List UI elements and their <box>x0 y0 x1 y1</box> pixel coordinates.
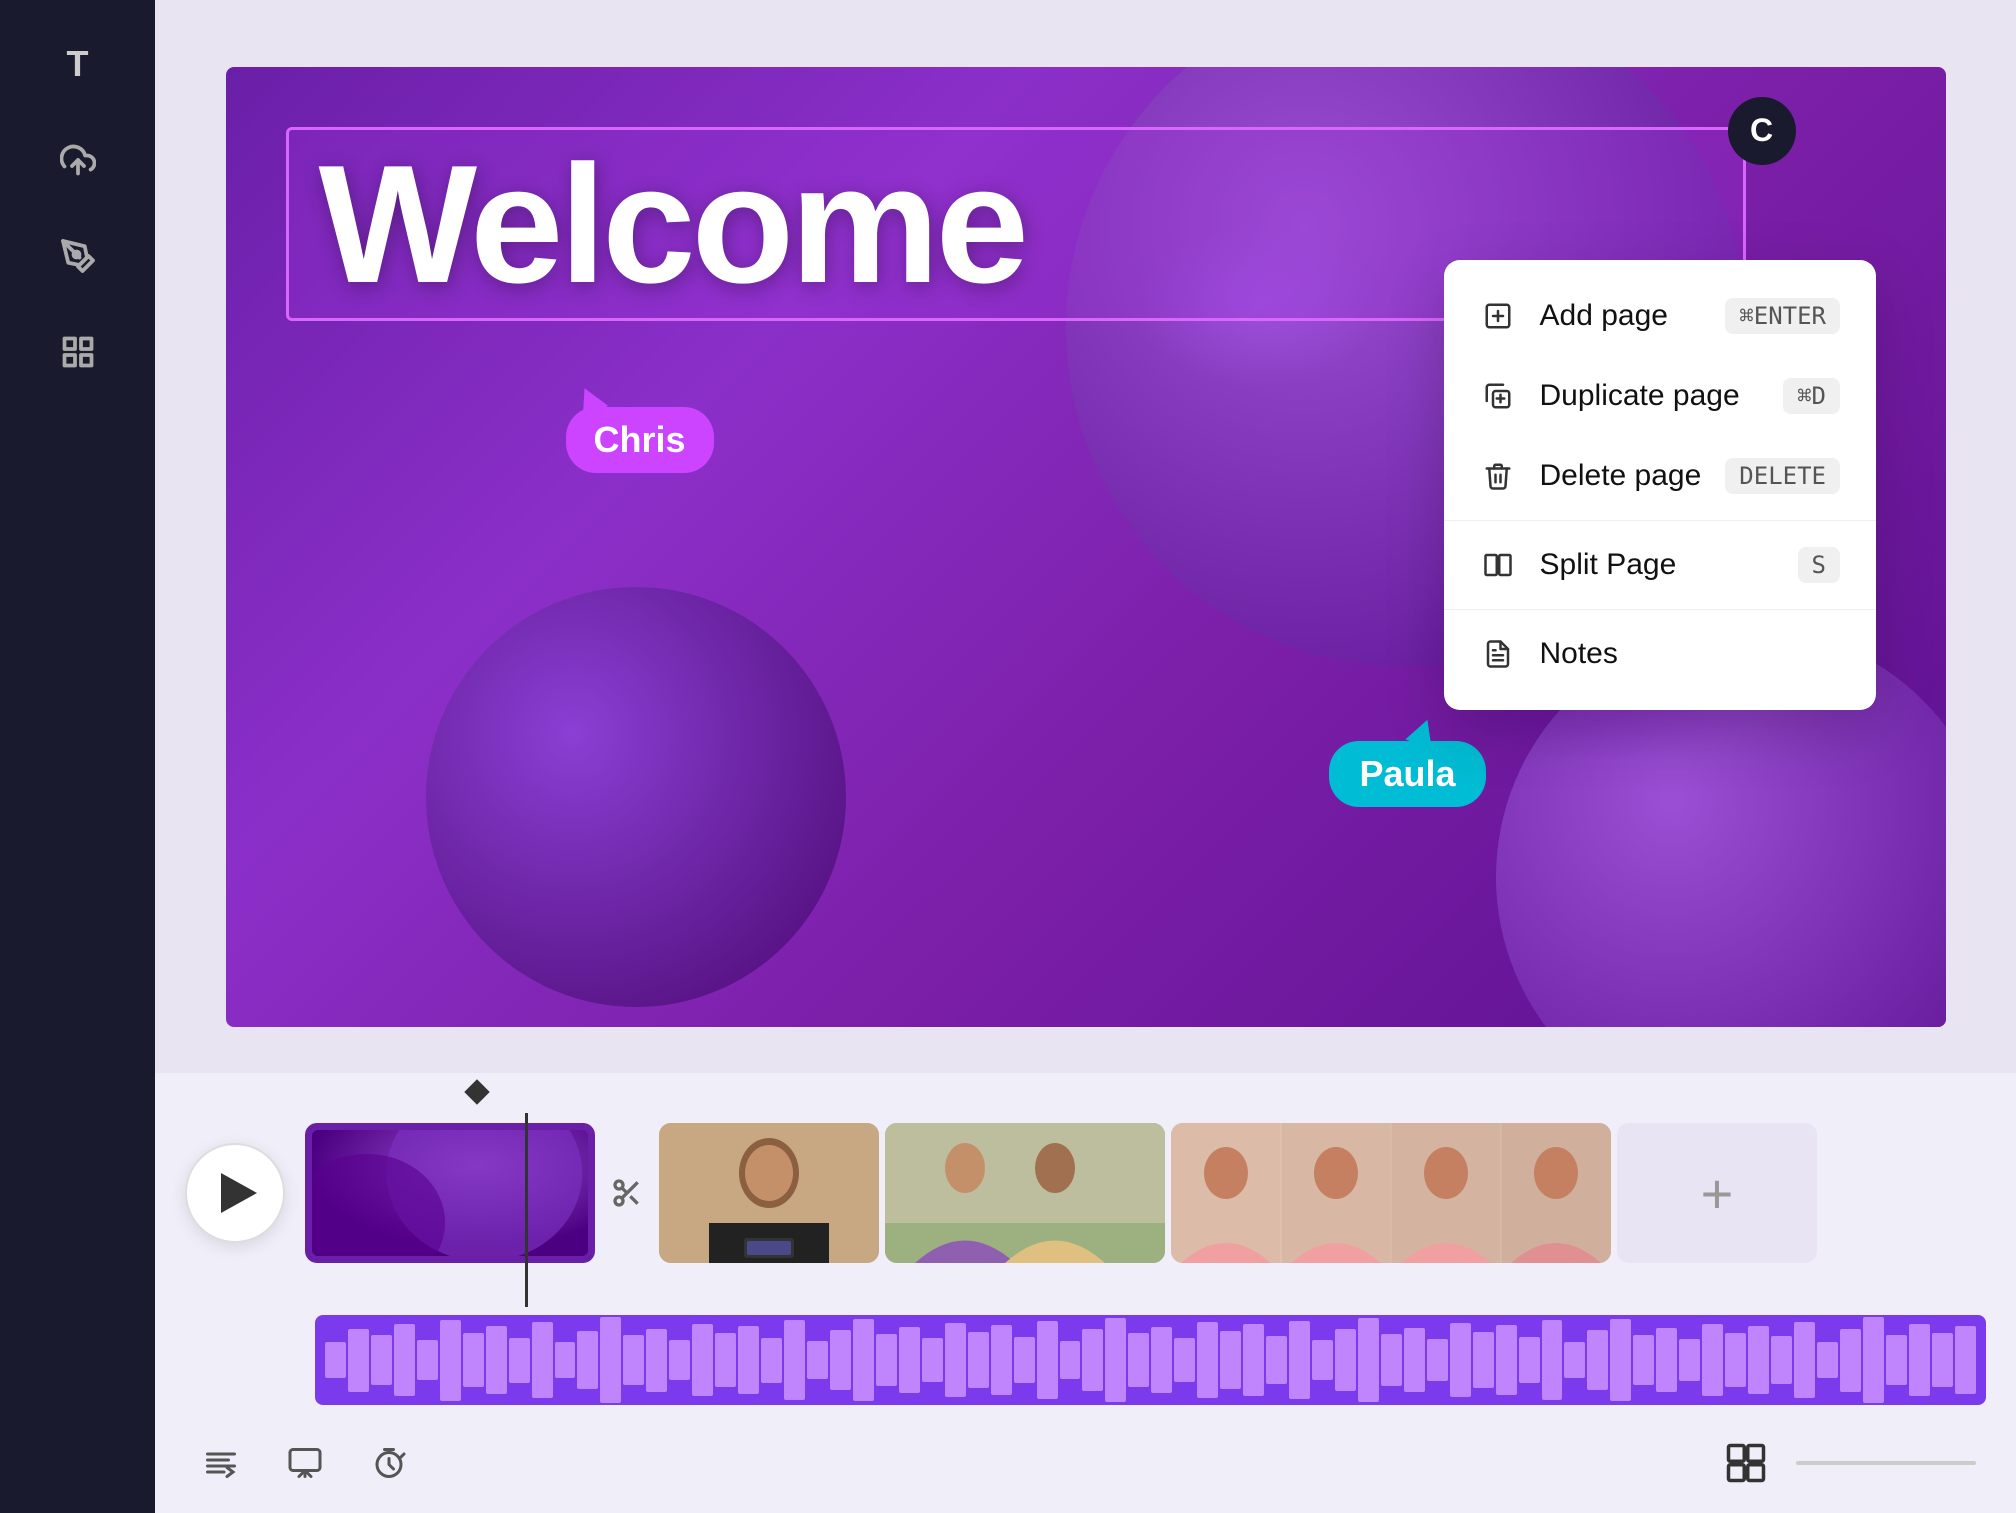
canvas-area[interactable]: Welcome C Chris Paula <box>155 0 2016 1073</box>
clip-1-selection <box>308 1126 592 1260</box>
duplicate-page-shortcut: ⌘D <box>1783 378 1840 414</box>
menu-item-delete-page[interactable]: Delete page DELETE <box>1444 436 1877 516</box>
sidebar-icon-text[interactable]: T <box>54 40 102 88</box>
delete-page-shortcut: DELETE <box>1725 458 1840 494</box>
preview-icon[interactable] <box>279 1437 331 1489</box>
duplicate-page-icon <box>1480 378 1516 414</box>
playhead-diamond <box>464 1079 489 1104</box>
sidebar: T <box>0 0 155 1513</box>
clip-1[interactable] <box>305 1123 595 1263</box>
delete-page-icon <box>1480 458 1516 494</box>
split-page-label: Split Page <box>1540 548 1774 582</box>
main-area: Welcome C Chris Paula <box>155 0 2016 1513</box>
playhead-line <box>525 1113 528 1307</box>
sidebar-icon-draw[interactable] <box>54 232 102 280</box>
timeline-tracks: + <box>155 1113 2016 1307</box>
waveform-row <box>315 1315 1986 1405</box>
toolbar-right <box>1716 1433 1976 1493</box>
play-icon <box>221 1173 257 1213</box>
clip-2[interactable] <box>659 1123 879 1263</box>
toolbar-left <box>195 1437 415 1489</box>
menu-divider-1 <box>1444 520 1877 521</box>
split-page-shortcut: S <box>1798 547 1840 583</box>
notes-icon <box>1480 636 1516 672</box>
add-page-shortcut: ⌘ENTER <box>1725 298 1840 334</box>
waveform-bars <box>325 1315 1976 1405</box>
menu-divider-2 <box>1444 609 1877 610</box>
sidebar-icon-grid[interactable] <box>54 328 102 376</box>
menu-item-split-page[interactable]: Split Page S <box>1444 525 1877 605</box>
sidebar-icon-upload[interactable] <box>54 136 102 184</box>
paula-cursor: Paula <box>1329 719 1485 807</box>
menu-item-notes[interactable]: Notes <box>1444 614 1877 694</box>
trim-icon[interactable] <box>601 1167 653 1219</box>
add-page-icon <box>1480 298 1516 334</box>
clip-4[interactable] <box>1171 1123 1611 1263</box>
duplicate-page-label: Duplicate page <box>1540 379 1760 413</box>
menu-item-duplicate-page[interactable]: Duplicate page ⌘D <box>1444 356 1877 436</box>
chris-label: Chris <box>566 407 714 473</box>
split-page-icon <box>1480 547 1516 583</box>
play-button[interactable] <box>185 1143 285 1243</box>
timer-icon[interactable] <box>363 1437 415 1489</box>
grid-view-icon[interactable] <box>1716 1433 1776 1493</box>
c-avatar: C <box>1728 97 1796 165</box>
captions-icon[interactable] <box>195 1437 247 1489</box>
timeline-area: + <box>155 1073 2016 1513</box>
clip-3[interactable] <box>885 1123 1165 1263</box>
notes-label: Notes <box>1540 637 1841 671</box>
paula-label: Paula <box>1329 741 1485 807</box>
delete-page-label: Delete page <box>1540 459 1702 493</box>
chris-cursor: Chris <box>566 387 714 473</box>
add-clip-icon: + <box>1701 1161 1734 1226</box>
add-page-label: Add page <box>1540 299 1702 333</box>
menu-item-add-page[interactable]: Add page ⌘ENTER <box>1444 276 1877 356</box>
playhead-row <box>155 1073 2016 1113</box>
clips-row: + <box>305 1123 1986 1263</box>
context-menu: Add page ⌘ENTER Duplicate page ⌘D <box>1444 260 1877 710</box>
zoom-slider[interactable] <box>1796 1461 1976 1465</box>
playhead-marker <box>465 1083 489 1113</box>
waveform-bar <box>325 1342 346 1378</box>
bottom-toolbar <box>155 1413 2016 1513</box>
add-clip-button[interactable]: + <box>1617 1123 1817 1263</box>
